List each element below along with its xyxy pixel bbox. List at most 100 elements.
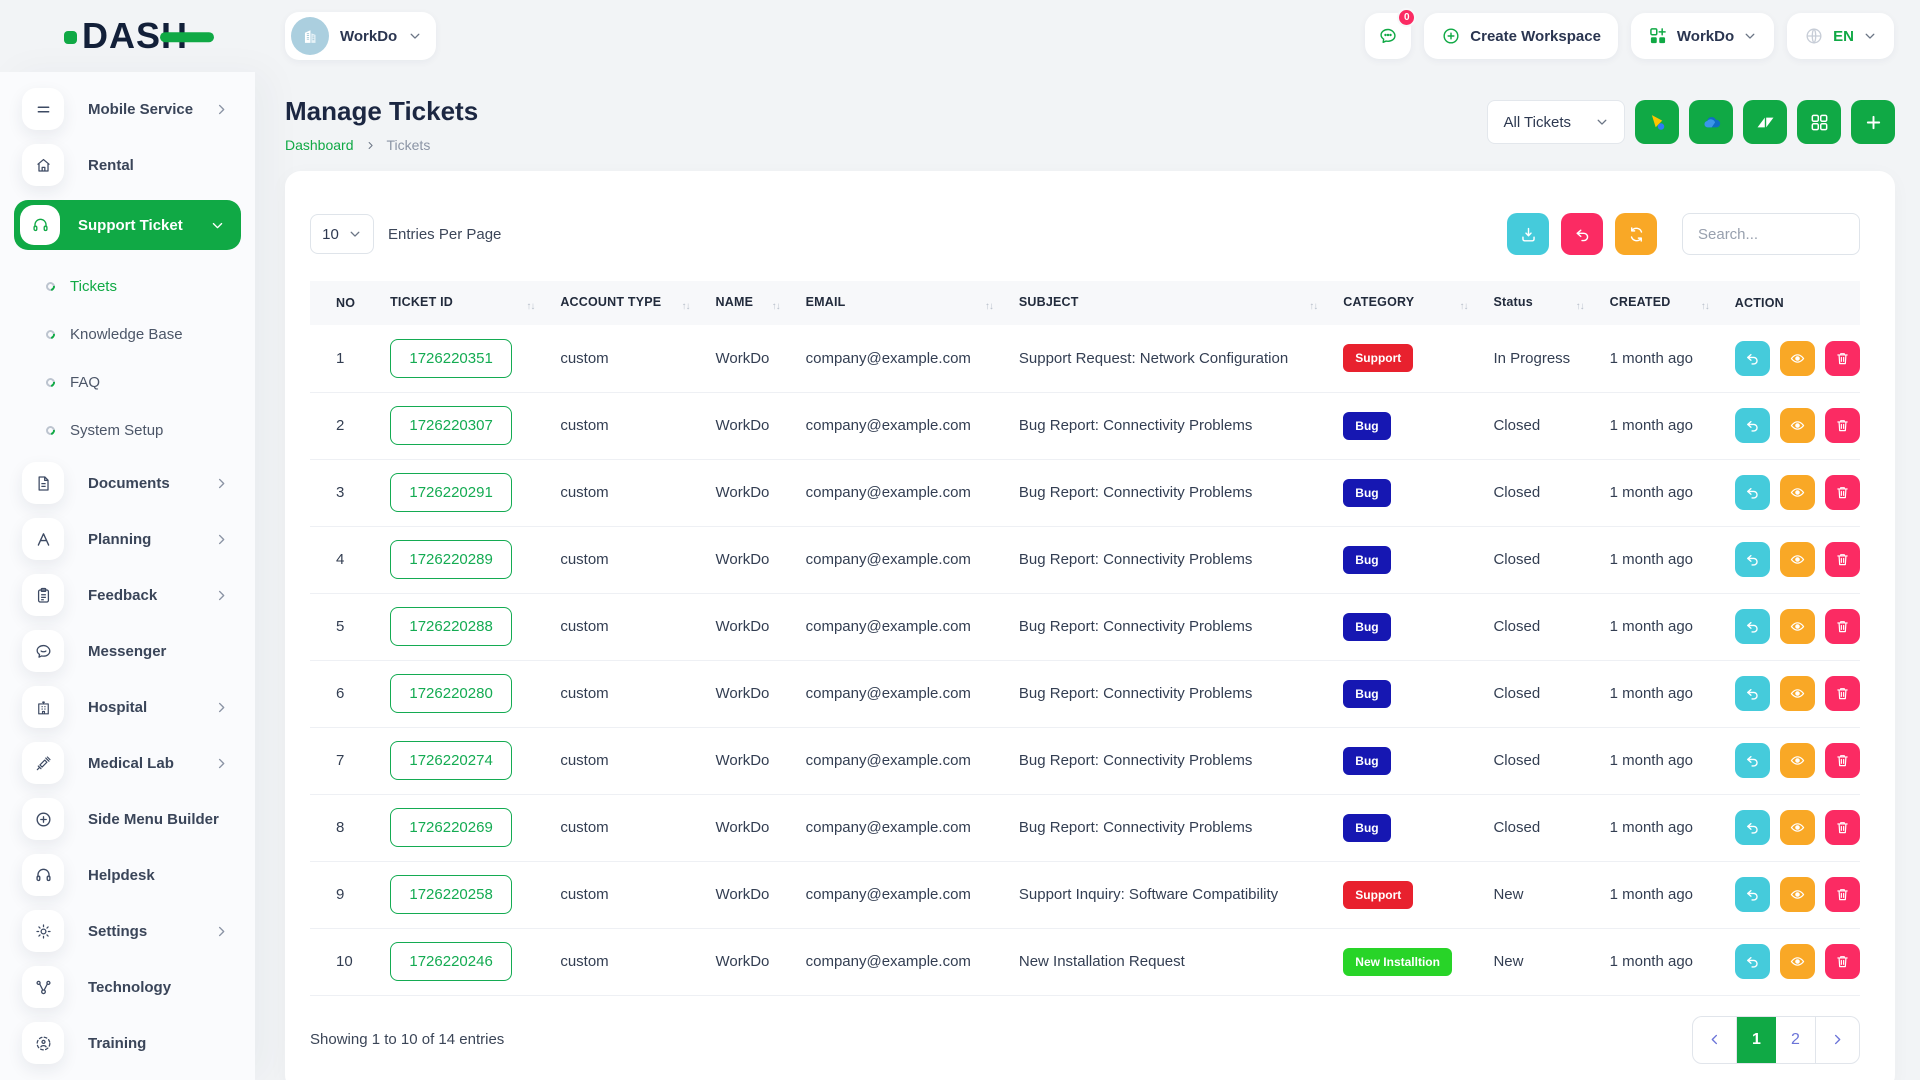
sort-icon[interactable]: ↑↓ [1459,301,1467,312]
breadcrumb-dashboard-link[interactable]: Dashboard [285,137,354,153]
ticket-id-link[interactable]: 1726220291 [390,473,512,512]
sidebar-item-hospital[interactable]: Hospital [22,686,241,728]
grid-button[interactable] [1797,100,1841,144]
sidebar-subitem-tickets[interactable]: Tickets [0,262,255,310]
column-header-email[interactable]: EMAIL↑↓ [806,281,1019,325]
pagination-next-button[interactable] [1815,1017,1859,1063]
sidebar-item-support-ticket[interactable]: Support Ticket [14,200,241,250]
zendesk-button[interactable] [1743,100,1787,144]
trash-button[interactable] [1825,944,1860,979]
sidebar-item-technology[interactable]: Technology [22,966,241,1008]
language-selector[interactable]: EN [1787,13,1894,59]
undo-button[interactable] [1561,213,1603,255]
sidebar-item-training[interactable]: Training [22,1022,241,1064]
sidebar-item-messenger[interactable]: Messenger [22,630,241,672]
category-badge: Bug [1343,814,1390,842]
sidebar-subitem-faq[interactable]: FAQ [0,358,255,406]
pagination-page-2[interactable]: 2 [1776,1017,1815,1063]
eye-button[interactable] [1780,609,1815,644]
eye-button[interactable] [1780,944,1815,979]
workspace-switcher[interactable]: WorkDo [285,12,436,60]
entries-per-page-select[interactable]: 10 [310,214,374,254]
pagination-prev-button[interactable] [1693,1017,1737,1063]
sort-icon[interactable]: ↑↓ [1576,301,1584,312]
sort-icon[interactable]: ↑↓ [985,301,993,312]
messages-button[interactable]: 0 [1365,13,1411,59]
sidebar-subitem-knowledge-base[interactable]: Knowledge Base [0,310,255,358]
ticket-id-link[interactable]: 1726220288 [390,607,512,646]
ticket-id-link[interactable]: 1726220258 [390,875,512,914]
cell-status: Closed [1493,794,1609,861]
ticket-id-link[interactable]: 1726220246 [390,942,512,981]
ticket-row: 3 1726220291 custom WorkDo company@examp… [310,459,1860,526]
trash-button[interactable] [1825,408,1860,443]
ticket-filter-select[interactable]: All Tickets [1487,100,1625,144]
column-header-subject[interactable]: SUBJECT↑↓ [1019,281,1343,325]
eye-button[interactable] [1780,810,1815,845]
eye-button[interactable] [1780,877,1815,912]
trash-button[interactable] [1825,877,1860,912]
trash-button[interactable] [1825,341,1860,376]
sort-icon[interactable]: ↑↓ [1309,301,1317,312]
ticket-id-link[interactable]: 1726220289 [390,540,512,579]
column-header-category[interactable]: CATEGORY↑↓ [1343,281,1493,325]
refresh-button[interactable] [1615,213,1657,255]
trash-button[interactable] [1825,475,1860,510]
reply-button[interactable] [1735,609,1770,644]
breadcrumb: Dashboard Tickets [285,137,478,153]
adsense-button[interactable] [1635,100,1679,144]
sort-icon[interactable]: ↑↓ [772,301,780,312]
trash-button[interactable] [1825,609,1860,644]
eye-button[interactable] [1780,475,1815,510]
eye-button[interactable] [1780,743,1815,778]
search-input[interactable] [1682,213,1860,255]
trash-button[interactable] [1825,542,1860,577]
eye-button[interactable] [1780,676,1815,711]
sort-icon[interactable]: ↑↓ [1701,301,1709,312]
sidebar-subitem-system-setup[interactable]: System Setup [0,406,255,454]
ticket-id-link[interactable]: 1726220351 [390,339,512,378]
sort-icon[interactable]: ↑↓ [526,301,534,312]
column-header-account-type[interactable]: ACCOUNT TYPE↑↓ [560,281,715,325]
reply-button[interactable] [1735,877,1770,912]
column-header-ticket-id[interactable]: TICKET ID↑↓ [390,281,560,325]
plus-button[interactable] [1851,100,1895,144]
sidebar-item-mobile-service[interactable]: Mobile Service [22,88,241,130]
eye-button[interactable] [1780,408,1815,443]
trash-button[interactable] [1825,743,1860,778]
sidebar-item-medical-lab[interactable]: Medical Lab [22,742,241,784]
ticket-id-link[interactable]: 1726220269 [390,808,512,847]
reply-button[interactable] [1735,408,1770,443]
ticket-id-link[interactable]: 1726220280 [390,674,512,713]
reply-button[interactable] [1735,542,1770,577]
trash-button[interactable] [1825,810,1860,845]
column-header-status[interactable]: Status↑↓ [1493,281,1609,325]
onedrive-button[interactable] [1689,100,1733,144]
sidebar-item-documents[interactable]: Documents [22,462,241,504]
ticket-id-link[interactable]: 1726220274 [390,741,512,780]
reply-button[interactable] [1735,341,1770,376]
download-button[interactable] [1507,213,1549,255]
column-header-created[interactable]: CREATED↑↓ [1610,281,1735,325]
reply-button[interactable] [1735,810,1770,845]
reply-button[interactable] [1735,475,1770,510]
sidebar-item-side-menu-builder[interactable]: Side Menu Builder [22,798,241,840]
reply-button[interactable] [1735,944,1770,979]
eye-button[interactable] [1780,542,1815,577]
apps-menu-button[interactable]: WorkDo [1631,13,1774,59]
eye-button[interactable] [1780,341,1815,376]
trash-button[interactable] [1825,676,1860,711]
reply-button[interactable] [1735,743,1770,778]
sidebar-item-feedback[interactable]: Feedback [22,574,241,616]
sort-icon[interactable]: ↑↓ [682,301,690,312]
app-logo[interactable]: DASH [64,18,188,54]
sidebar-item-helpdesk[interactable]: Helpdesk [22,854,241,896]
reply-button[interactable] [1735,676,1770,711]
column-header-name[interactable]: NAME↑↓ [716,281,806,325]
sidebar-item-settings[interactable]: Settings [22,910,241,952]
pagination-page-1[interactable]: 1 [1737,1017,1776,1063]
sidebar-item-planning[interactable]: Planning [22,518,241,560]
create-workspace-button[interactable]: Create Workspace [1424,13,1618,59]
ticket-id-link[interactable]: 1726220307 [390,406,512,445]
sidebar-item-rental[interactable]: Rental [22,144,241,186]
